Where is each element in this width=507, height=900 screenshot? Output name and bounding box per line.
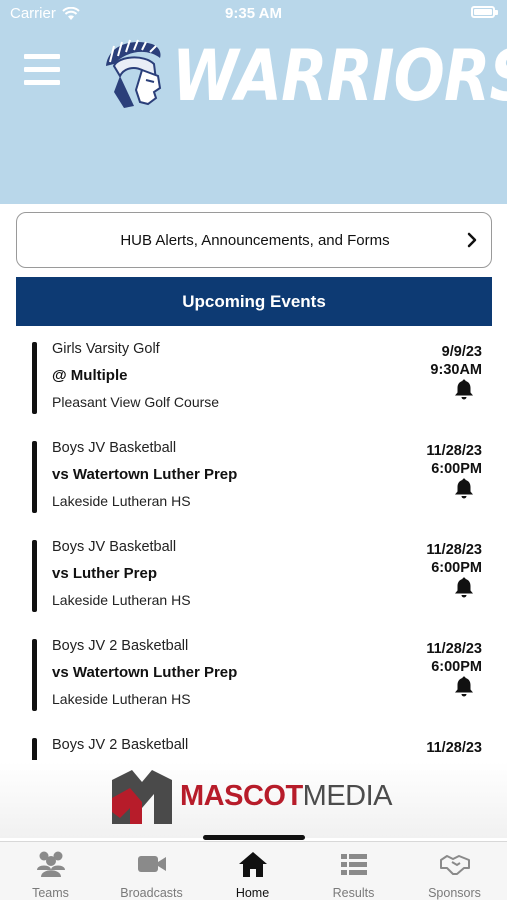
event-date: 9/9/23 xyxy=(441,344,482,360)
upcoming-events-header: Upcoming Events xyxy=(16,277,492,326)
event-item[interactable]: Boys JV 2 Basketball vs Watertown Luther… xyxy=(16,627,492,726)
bell-icon[interactable] xyxy=(454,378,474,400)
app-header: Carrier 9:35 AM WARRIORS xyxy=(0,0,507,204)
event-opponent: @ Multiple xyxy=(52,367,128,384)
event-opponent: vs Watertown Luther Prep xyxy=(52,664,238,681)
event-time: 9:30AM xyxy=(430,362,482,378)
tab-label: Teams xyxy=(32,886,69,900)
event-location: Lakeside Lutheran HS xyxy=(52,592,191,608)
event-indicator-bar xyxy=(32,540,37,612)
warrior-mascot-logo xyxy=(106,39,162,108)
sponsor-name-part2: MEDIA xyxy=(302,780,393,812)
hub-alerts-label: HUB Alerts, Announcements, and Forms xyxy=(120,232,390,249)
tab-results[interactable]: Results xyxy=(303,842,404,900)
event-opponent: vs Watertown Luther Prep xyxy=(52,466,238,483)
event-date: 11/28/23 xyxy=(426,641,482,657)
video-camera-icon xyxy=(138,856,166,872)
event-time: 6:00PM xyxy=(431,560,482,576)
tab-label: Results xyxy=(332,886,375,900)
tab-home[interactable]: Home xyxy=(202,842,303,900)
event-item[interactable]: Boys JV 2 Basketball 11/28/23 xyxy=(16,726,492,760)
event-opponent: vs Luther Prep xyxy=(52,565,158,582)
event-time: 6:00PM xyxy=(431,461,482,477)
hamburger-menu-icon[interactable] xyxy=(24,54,60,86)
event-time: 6:00PM xyxy=(431,659,482,675)
event-item[interactable]: Boys JV Basketball vs Luther Prep Lakesi… xyxy=(16,528,492,627)
battery-icon xyxy=(471,6,498,18)
tab-sponsors[interactable]: Sponsors xyxy=(404,842,505,900)
event-indicator-bar xyxy=(32,639,37,711)
event-date: 11/28/23 xyxy=(426,542,482,558)
bell-icon[interactable] xyxy=(454,675,474,697)
status-bar: Carrier 9:35 AM xyxy=(0,0,507,28)
event-indicator-bar xyxy=(32,441,37,513)
bell-icon[interactable] xyxy=(454,576,474,598)
home-indicator xyxy=(203,835,305,840)
event-indicator-bar xyxy=(32,342,37,414)
event-location: Lakeside Lutheran HS xyxy=(52,691,191,707)
teams-icon xyxy=(37,851,65,877)
event-sport: Boys JV 2 Basketball xyxy=(52,737,189,753)
event-location: Pleasant View Golf Course xyxy=(52,394,220,410)
event-item[interactable]: Boys JV Basketball vs Watertown Luther P… xyxy=(16,429,492,528)
tab-bar: Teams Broadcasts Home Results Sponsors xyxy=(0,841,507,900)
events-list[interactable]: Girls Varsity Golf @ Multiple Pleasant V… xyxy=(16,330,492,760)
mascot-media-logo-mark xyxy=(112,770,172,824)
event-indicator-bar xyxy=(32,738,37,760)
sponsor-banner[interactable]: MASCOTMEDIA xyxy=(0,762,507,838)
tab-label: Home xyxy=(235,886,270,900)
event-sport: Boys JV Basketball xyxy=(52,539,177,555)
event-sport: Girls Varsity Golf xyxy=(52,341,160,357)
sponsor-name: MASCOTMEDIA xyxy=(180,780,393,813)
home-icon xyxy=(239,852,267,877)
status-time: 9:35 AM xyxy=(225,5,282,22)
event-item[interactable]: Girls Varsity Golf @ Multiple Pleasant V… xyxy=(16,330,492,429)
tab-label: Broadcasts xyxy=(120,886,183,900)
team-name-logo: WARRIORS xyxy=(172,35,507,117)
event-sport: Boys JV Basketball xyxy=(52,440,177,456)
tab-teams[interactable]: Teams xyxy=(0,842,101,900)
sponsor-name-part1: MASCOT xyxy=(180,780,303,812)
hub-alerts-button[interactable]: HUB Alerts, Announcements, and Forms xyxy=(16,212,492,268)
handshake-icon xyxy=(440,855,470,875)
list-icon xyxy=(341,854,367,875)
tab-broadcasts[interactable]: Broadcasts xyxy=(101,842,202,900)
tab-label: Sponsors xyxy=(428,886,481,900)
bell-icon[interactable] xyxy=(454,477,474,499)
event-location: Lakeside Lutheran HS xyxy=(52,493,191,509)
event-sport: Boys JV 2 Basketball xyxy=(52,638,189,654)
chevron-right-icon xyxy=(467,232,477,248)
event-date: 11/28/23 xyxy=(426,740,482,756)
event-date: 11/28/23 xyxy=(426,443,482,459)
